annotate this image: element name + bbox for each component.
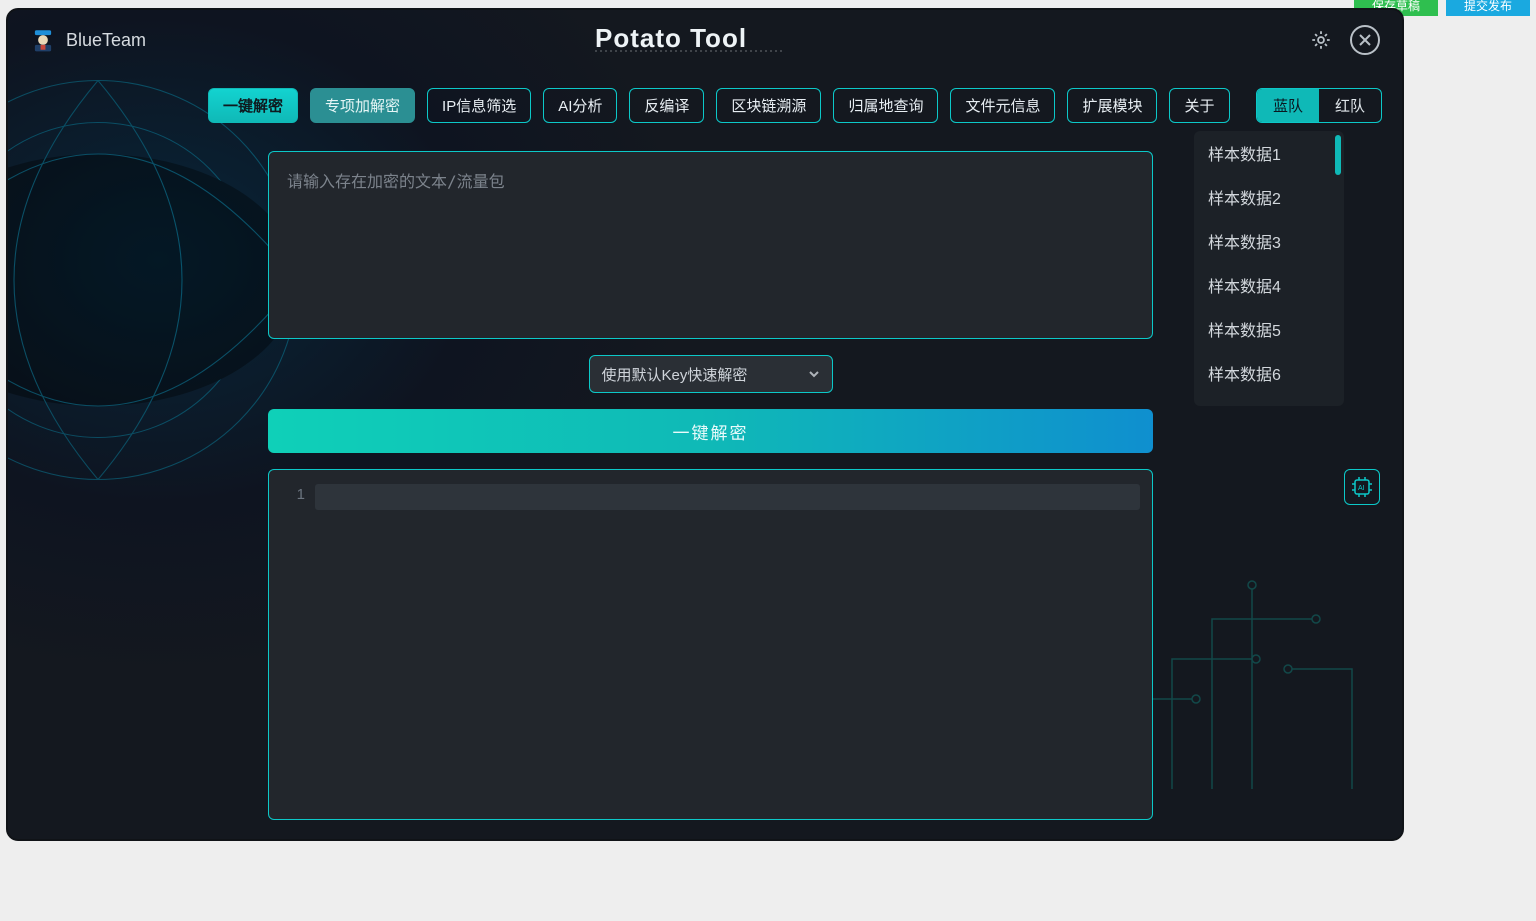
svg-text:AI: AI — [1358, 485, 1365, 492]
tab-special-crypto[interactable]: 专项加解密 — [310, 88, 415, 123]
title-bar: BlueTeam Potato Tool — [8, 10, 1402, 70]
brand-avatar-icon — [30, 27, 56, 53]
main-area: 使用默认Key快速解密 一键解密 1 样本数据1 样本数据2 样本数据3 样本数… — [8, 131, 1402, 841]
tab-about[interactable]: 关于 — [1169, 88, 1229, 123]
output-line-number: 1 — [281, 480, 305, 809]
tab-blockchain-trace[interactable]: 区块链溯源 — [716, 88, 821, 123]
key-select-wrap: 使用默认Key快速解密 — [268, 355, 1153, 393]
tab-file-meta[interactable]: 文件元信息 — [950, 88, 1055, 123]
chevron-down-icon — [808, 368, 820, 380]
app-title: Potato Tool — [595, 21, 815, 60]
team-red[interactable]: 红队 — [1319, 89, 1381, 122]
brand-label: BlueTeam — [66, 30, 146, 51]
app-window: BlueTeam Potato Tool 一键解密 专项加 — [6, 8, 1404, 841]
window-controls — [1306, 25, 1380, 55]
ai-chip-icon: AI — [1350, 475, 1374, 499]
sample-item-6[interactable]: 样本数据6 — [1194, 351, 1344, 395]
close-icon — [1358, 33, 1372, 47]
sample-scrollbar-thumb[interactable] — [1335, 135, 1341, 175]
team-blue[interactable]: 蓝队 — [1257, 89, 1319, 122]
brand: BlueTeam — [30, 27, 146, 53]
tab-extensions[interactable]: 扩展模块 — [1067, 88, 1157, 123]
sample-item-7[interactable]: 样本数据7 — [1194, 395, 1344, 406]
settings-button[interactable] — [1306, 25, 1336, 55]
key-mode-label: 使用默认Key快速解密 — [602, 364, 748, 385]
ai-chip-button[interactable]: AI — [1344, 469, 1380, 505]
team-toggle: 蓝队 红队 — [1256, 88, 1382, 123]
sample-item-5[interactable]: 样本数据5 — [1194, 307, 1344, 351]
center-column: 使用默认Key快速解密 一键解密 1 — [268, 151, 1153, 820]
sample-panel: 样本数据1 样本数据2 样本数据3 样本数据4 样本数据5 样本数据6 样本数据… — [1194, 131, 1344, 406]
cipher-input[interactable] — [268, 151, 1153, 339]
gear-icon — [1310, 29, 1332, 51]
output-line-1 — [315, 484, 1140, 510]
tab-one-click-decrypt[interactable]: 一键解密 — [208, 88, 298, 123]
decrypt-button[interactable]: 一键解密 — [268, 409, 1153, 453]
bg-publish-button[interactable]: 提交发布 — [1446, 0, 1530, 16]
sample-item-2[interactable]: 样本数据2 — [1194, 175, 1344, 219]
svg-text:Potato Tool: Potato Tool — [595, 23, 747, 53]
sample-item-1[interactable]: 样本数据1 — [1194, 131, 1344, 175]
output-box[interactable]: 1 — [268, 469, 1153, 820]
key-mode-select[interactable]: 使用默认Key快速解密 — [589, 355, 833, 393]
close-button[interactable] — [1350, 25, 1380, 55]
tab-ip-filter[interactable]: IP信息筛选 — [427, 88, 531, 123]
sample-item-4[interactable]: 样本数据4 — [1194, 263, 1344, 307]
nav-tabs: 一键解密 专项加解密 IP信息筛选 AI分析 反编译 区块链溯源 归属地查询 文… — [8, 70, 1402, 131]
sample-item-3[interactable]: 样本数据3 — [1194, 219, 1344, 263]
tab-ai-analyze[interactable]: AI分析 — [543, 88, 617, 123]
tab-decompile[interactable]: 反编译 — [629, 88, 704, 123]
bg-publish-label: 提交发布 — [1464, 0, 1512, 14]
tab-geo-lookup[interactable]: 归属地查询 — [833, 88, 938, 123]
